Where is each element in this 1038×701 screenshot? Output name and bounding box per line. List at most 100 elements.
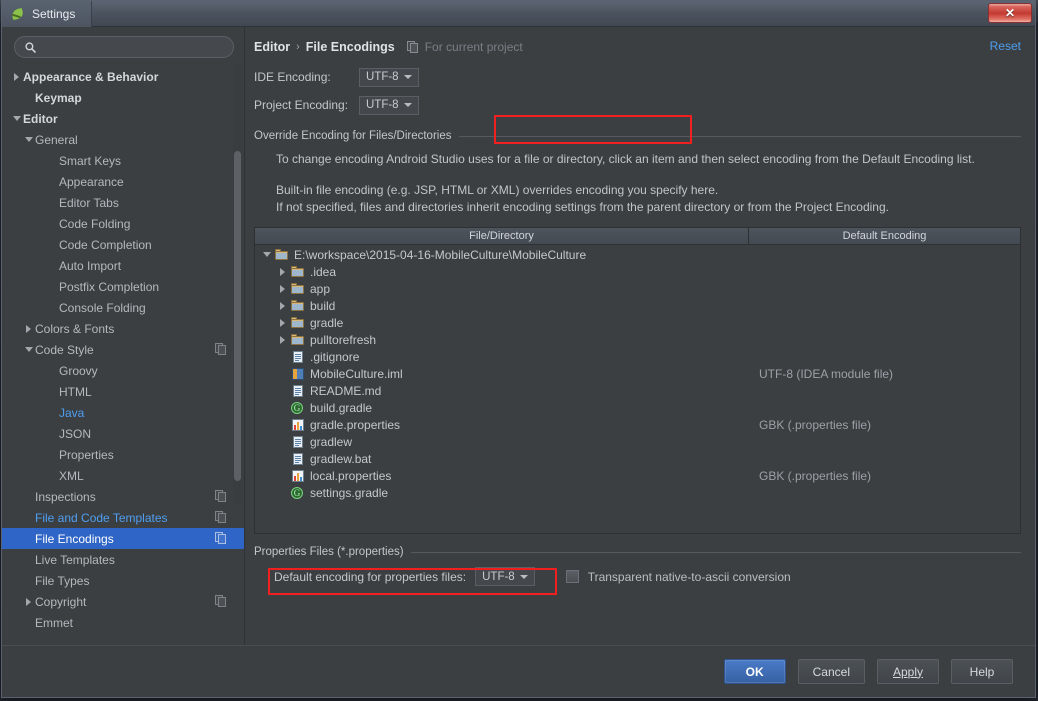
apply-button[interactable]: Apply: [877, 659, 939, 684]
table-row[interactable]: gradle.properties GBK (.properties file): [255, 416, 1020, 433]
chevron-right-icon[interactable]: [275, 318, 290, 327]
project-scope-icon: [406, 40, 419, 54]
sidebar-item-keymap[interactable]: Keymap: [2, 87, 244, 108]
search-box[interactable]: [14, 36, 234, 58]
ok-button[interactable]: OK: [723, 659, 786, 684]
project-scope-icon: [215, 490, 227, 503]
file-name-cell: E:\workspace\2015-04-16-MobileCulture\Mo…: [255, 248, 749, 262]
folder-icon: [290, 316, 306, 330]
sidebar-item-xml[interactable]: XML: [2, 465, 244, 486]
table-row[interactable]: README.md: [255, 382, 1020, 399]
close-icon[interactable]: ✕: [988, 3, 1032, 23]
table-row[interactable]: gradle: [255, 314, 1020, 331]
sidebar-item-file-and-code-templates[interactable]: File and Code Templates: [2, 507, 244, 528]
breadcrumb-parent[interactable]: Editor: [254, 40, 290, 54]
column-header-encoding[interactable]: Default Encoding: [749, 228, 1020, 245]
sidebar-item-json[interactable]: JSON: [2, 423, 244, 444]
chevron-right-icon[interactable]: [275, 284, 290, 293]
properties-group-header: Properties Files (*.properties): [254, 546, 1021, 558]
project-encoding-value: UTF-8: [366, 99, 399, 111]
project-encoding-dropdown[interactable]: UTF-8: [359, 95, 419, 115]
scope-label: For current project: [424, 40, 523, 54]
chevron-down-icon[interactable]: [22, 137, 35, 142]
file-name-cell: gradlew.bat: [255, 452, 749, 466]
sidebar-item-label: General: [35, 132, 78, 147]
column-header-file[interactable]: File/Directory: [255, 228, 749, 245]
sidebar-item-editor[interactable]: Editor: [2, 108, 244, 129]
table-row[interactable]: local.properties GBK (.properties file): [255, 467, 1020, 484]
native-to-ascii-checkbox[interactable]: [565, 570, 579, 583]
properties-encoding-dropdown[interactable]: UTF-8: [475, 567, 535, 586]
ide-encoding-dropdown[interactable]: UTF-8: [359, 67, 419, 87]
sidebar-item-java[interactable]: Java: [2, 402, 244, 423]
table-row[interactable]: pulltorefresh: [255, 331, 1020, 348]
sidebar-item-label: File and Code Templates: [35, 510, 168, 525]
chevron-right-icon[interactable]: [10, 72, 23, 81]
sidebar-item-postfix-completion[interactable]: Postfix Completion: [2, 276, 244, 297]
reset-link[interactable]: Reset: [990, 39, 1021, 53]
table-row[interactable]: build: [255, 297, 1020, 314]
properties-files-group: Properties Files (*.properties) Default …: [254, 546, 1021, 595]
document-icon: [290, 435, 306, 449]
table-row[interactable]: Gbuild.gradle: [255, 399, 1020, 416]
document-icon: [290, 452, 306, 466]
folder-icon: [290, 299, 306, 313]
sidebar-item-emmet[interactable]: Emmet: [2, 612, 244, 633]
sidebar-item-general[interactable]: General: [2, 129, 244, 150]
table-row[interactable]: app: [255, 280, 1020, 297]
table-row[interactable]: E:\workspace\2015-04-16-MobileCulture\Mo…: [255, 246, 1020, 263]
sidebar-item-code-completion[interactable]: Code Completion: [2, 234, 244, 255]
chevron-down-icon[interactable]: [259, 252, 274, 257]
sidebar-item-code-style[interactable]: Code Style: [2, 339, 244, 360]
sidebar-item-auto-import[interactable]: Auto Import: [2, 255, 244, 276]
chevron-right-icon[interactable]: [275, 267, 290, 276]
file-name: settings.gradle: [310, 485, 389, 500]
chevron-down-icon[interactable]: [22, 347, 35, 352]
file-name-cell: MobileCulture.iml: [255, 367, 749, 381]
sidebar-item-smart-keys[interactable]: Smart Keys: [2, 150, 244, 171]
sidebar-item-groovy[interactable]: Groovy: [2, 360, 244, 381]
file-name-cell: Gsettings.gradle: [255, 486, 749, 500]
sidebar-scrollbar-thumb[interactable]: [234, 151, 241, 481]
sidebar-item-code-folding[interactable]: Code Folding: [2, 213, 244, 234]
sidebar-item-appearance[interactable]: Appearance: [2, 171, 244, 192]
project-scope-icon: [215, 532, 227, 545]
chevron-down-icon: [519, 574, 528, 579]
sidebar-item-label: Editor: [23, 111, 58, 126]
table-row[interactable]: .idea: [255, 263, 1020, 280]
table-row[interactable]: Gsettings.gradle: [255, 484, 1020, 501]
help-button[interactable]: Help: [951, 659, 1013, 684]
ide-encoding-value: UTF-8: [366, 71, 399, 83]
sidebar-item-copyright[interactable]: Copyright: [2, 591, 244, 612]
button-label: Apply: [892, 664, 924, 679]
chevron-right-icon[interactable]: [275, 335, 290, 344]
sidebar-item-appearance-behavior[interactable]: Appearance & Behavior: [2, 66, 244, 87]
sidebar-item-file-types[interactable]: File Types: [2, 570, 244, 591]
sidebar-item-editor-tabs[interactable]: Editor Tabs: [2, 192, 244, 213]
chevron-right-icon[interactable]: [22, 597, 35, 606]
sidebar-item-label: Code Completion: [59, 237, 152, 252]
search-icon: [25, 41, 36, 53]
table-row[interactable]: .gitignore: [255, 348, 1020, 365]
file-name-cell: gradle: [255, 316, 749, 330]
file-name-cell: pulltorefresh: [255, 333, 749, 347]
file-name-cell: README.md: [255, 384, 749, 398]
file-name-cell: build: [255, 299, 749, 313]
project-encoding-row: Project Encoding: UTF-8: [254, 94, 1021, 116]
sidebar-item-html[interactable]: HTML: [2, 381, 244, 402]
cancel-button[interactable]: Cancel: [797, 659, 865, 684]
chevron-right-icon[interactable]: [275, 301, 290, 310]
sidebar-item-console-folding[interactable]: Console Folding: [2, 297, 244, 318]
table-row[interactable]: MobileCulture.iml UTF-8 (IDEA module file…: [255, 365, 1020, 382]
sidebar-item-inspections[interactable]: Inspections: [2, 486, 244, 507]
sidebar-item-live-templates[interactable]: Live Templates: [2, 549, 244, 570]
sidebar-item-file-encodings[interactable]: File Encodings: [2, 528, 244, 549]
search-input[interactable]: [42, 40, 223, 54]
table-row[interactable]: gradlew: [255, 433, 1020, 450]
chevron-down-icon[interactable]: [10, 116, 23, 121]
chevron-right-icon[interactable]: [22, 324, 35, 333]
sidebar-item-properties[interactable]: Properties: [2, 444, 244, 465]
table-row[interactable]: gradlew.bat: [255, 450, 1020, 467]
sidebar-item-colors-fonts[interactable]: Colors & Fonts: [2, 318, 244, 339]
sidebar-scrollbar[interactable]: [233, 65, 242, 505]
